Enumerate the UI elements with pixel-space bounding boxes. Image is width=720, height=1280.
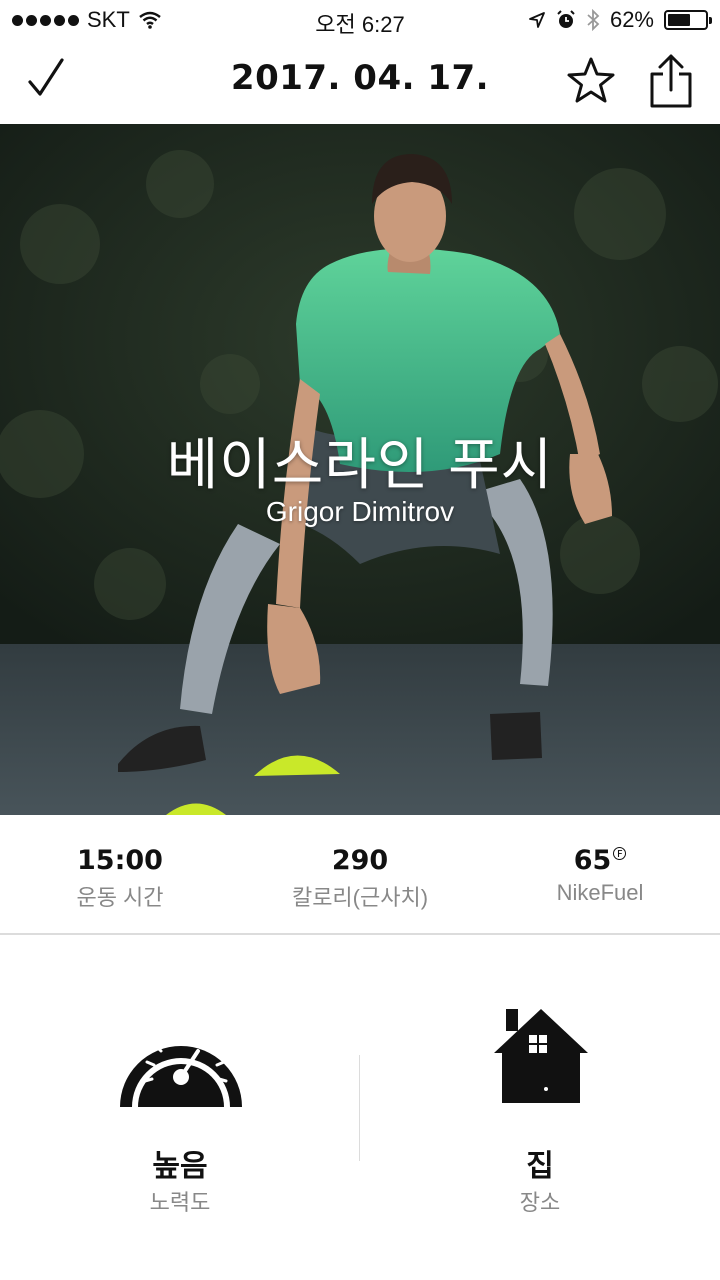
nikefuel-icon: ꜰ [613,847,627,860]
battery-percent: 62% [609,7,654,32]
workout-stats: 15:00 운동 시간 290 칼로리(근사치) 65 ꜰ NikeFuel [0,815,720,935]
stat-nikefuel-value-wrap: 65 ꜰ [480,845,720,876]
workout-hero-image: 베이스라인 푸시 Grigor Dimitrov [0,124,720,815]
stat-duration-label: 운동 시간 [76,885,164,910]
detail-intensity: 높음 노력도 [0,937,360,1280]
location-value: 집 [526,1149,554,1184]
stat-calories-value: 290 [331,845,389,876]
speedometer-icon [120,1029,242,1107]
intensity-label: 노력도 [149,1190,211,1215]
stat-nikefuel-label: NikeFuel [556,880,644,905]
nav-bar: 2017. 04. 17. [0,40,720,124]
star-icon[interactable] [564,54,618,108]
share-icon[interactable] [644,50,698,110]
alarm-icon [557,10,575,28]
detail-location: 집 장소 [360,937,720,1280]
house-icon [494,1009,588,1103]
stat-duration-value: 15:00 [77,845,163,876]
trainer-name: Grigor Dimitrov [265,496,455,527]
stat-calories-label: 칼로리(근사치) [291,885,429,910]
stat-nikefuel: 65 ꜰ NikeFuel [480,815,720,933]
status-bar: SKT 오전 6:27 62% [0,0,720,40]
location-arrow-icon [529,12,545,28]
bluetooth-icon [587,9,600,31]
workout-title: 베이스라인 푸시 [166,433,554,498]
stat-duration: 15:00 운동 시간 [0,815,240,933]
stat-nikefuel-value: 65 [573,845,612,876]
workout-details: 높음 노력도 집 장소 [0,937,720,1280]
location-label: 장소 [519,1190,561,1215]
battery-icon [664,10,712,30]
status-right: 62% [528,7,712,33]
intensity-value: 높음 [152,1149,208,1184]
stat-calories: 290 칼로리(근사치) [240,815,480,933]
battery-fill [668,14,691,26]
